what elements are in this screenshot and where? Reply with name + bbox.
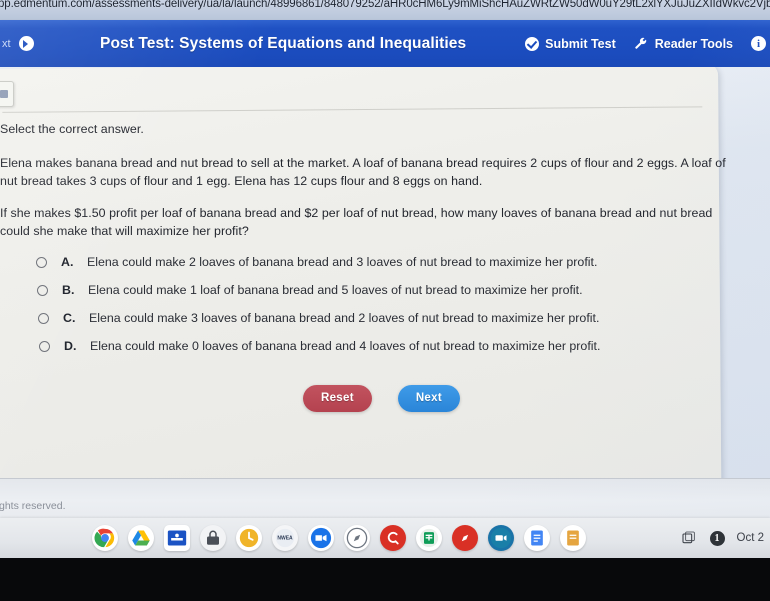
question-stem-paragraph-1: Elena makes banana bread and nut bread t… <box>0 156 726 188</box>
answer-option-b[interactable]: B. Elena could make 1 loaf of banana bre… <box>1 283 700 311</box>
browser-url-bar[interactable]: pp.edmentum.com/assessments-delivery/ua/… <box>0 0 770 20</box>
radio-button-b[interactable] <box>37 285 48 296</box>
page-title: Post Test: Systems of Equations and Ineq… <box>100 34 467 52</box>
copyright-text: ghts reserved. <box>0 500 66 512</box>
assessment-header: xt Post Test: Systems of Equations and I… <box>0 20 770 67</box>
reset-button[interactable]: Reset <box>303 385 372 412</box>
question-button-bar: Reset Next <box>303 385 460 412</box>
clock-app-icon[interactable] <box>236 525 262 551</box>
screen-capture-icon[interactable] <box>680 529 698 547</box>
screencast-icon[interactable] <box>488 525 514 551</box>
option-text-c: Elena could make 3 loaves of banana brea… <box>89 311 600 325</box>
no-entry-icon[interactable] <box>452 525 478 551</box>
radio-button-d[interactable] <box>39 341 50 352</box>
info-icon[interactable]: i <box>751 36 766 51</box>
nwea-map-icon[interactable]: NWEA <box>272 525 298 551</box>
page-footer: ghts reserved. <box>0 478 770 518</box>
google-meet-icon[interactable] <box>308 525 334 551</box>
shelf-clock[interactable]: Oct 2 <box>737 532 764 544</box>
option-text-d: Elena could make 0 loaves of banana brea… <box>90 339 601 353</box>
header-actions: Submit Test Reader Tools i <box>525 36 770 51</box>
instruction-text: Select the correct answer. <box>0 122 144 136</box>
submit-test-label: Submit Test <box>545 36 616 51</box>
answer-options: A. Elena could make 2 loaves of banana b… <box>0 255 700 367</box>
answer-option-a[interactable]: A. Elena could make 2 loaves of banana b… <box>0 255 700 283</box>
chromebook-screen: pp.edmentum.com/assessments-delivery/ua/… <box>0 0 770 601</box>
back-label[interactable]: xt <box>2 38 11 50</box>
device-bezel <box>0 558 770 601</box>
play-circle-icon[interactable] <box>18 36 34 51</box>
check-circle-icon <box>525 36 540 51</box>
answer-option-d[interactable]: D. Elena could make 0 loaves of banana b… <box>3 339 700 367</box>
reader-tools-label: Reader Tools <box>654 36 733 51</box>
option-letter-b: B. <box>62 283 75 297</box>
safety-compass-icon[interactable] <box>344 525 370 551</box>
question-stem-paragraph-2: If she makes $1.50 profit per loaf of ba… <box>0 206 713 238</box>
google-sheets-icon[interactable] <box>416 525 442 551</box>
radio-button-c[interactable] <box>38 313 49 324</box>
option-text-a: Elena could make 2 loaves of banana brea… <box>87 255 598 269</box>
chromeos-shelf: NWEA 1 Oct 2 <box>0 518 770 558</box>
radio-button-a[interactable] <box>36 257 47 268</box>
shelf-app-list: NWEA <box>92 525 586 551</box>
notes-app-icon[interactable] <box>560 525 586 551</box>
system-tray: 1 Oct 2 <box>680 529 764 547</box>
lockdown-browser-icon[interactable] <box>200 525 226 551</box>
submit-test-button[interactable]: Submit Test <box>525 36 616 51</box>
option-letter-c: C. <box>63 311 76 325</box>
svg-text:NWEA: NWEA <box>277 536 293 542</box>
url-text[interactable]: pp.edmentum.com/assessments-delivery/ua/… <box>0 0 770 10</box>
option-text-b: Elena could make 1 loaf of banana bread … <box>88 283 583 297</box>
option-letter-a: A. <box>61 255 74 269</box>
classroom-icon[interactable] <box>164 525 190 551</box>
google-drive-icon[interactable] <box>128 525 154 551</box>
question-content: Select the correct answer. Elena makes b… <box>0 67 770 495</box>
wrench-icon <box>634 36 649 51</box>
chrome-icon[interactable] <box>92 525 118 551</box>
next-button[interactable]: Next <box>397 385 460 412</box>
notification-icon[interactable]: 1 <box>709 530 725 546</box>
reader-tools-button[interactable]: Reader Tools <box>634 36 733 51</box>
option-letter-d: D. <box>64 339 77 353</box>
header-left-group: xt <box>0 36 100 51</box>
google-docs-icon[interactable] <box>524 525 550 551</box>
answer-option-c[interactable]: C. Elena could make 3 loaves of banana b… <box>2 311 700 339</box>
edmentum-icon[interactable] <box>380 525 406 551</box>
assessment-body: Select the correct answer. Elena makes b… <box>0 67 770 495</box>
